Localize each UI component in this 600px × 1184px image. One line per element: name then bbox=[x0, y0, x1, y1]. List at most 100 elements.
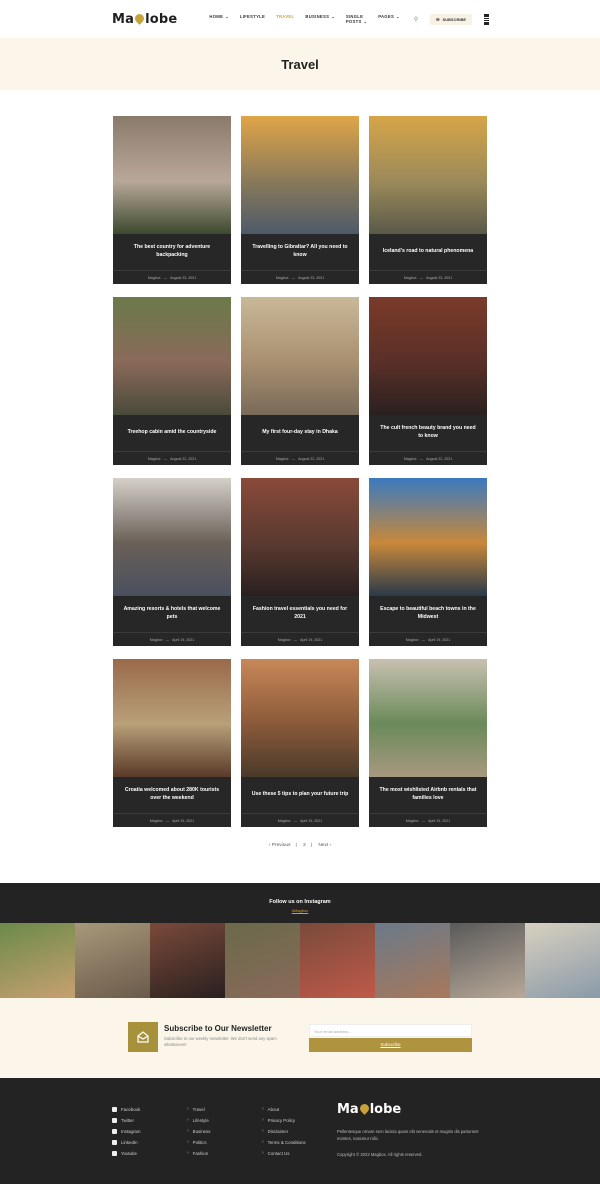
post-image[interactable] bbox=[369, 659, 487, 777]
post-title[interactable]: Escape to beautiful beach towns in the M… bbox=[369, 596, 487, 632]
instagram-photo[interactable] bbox=[375, 923, 450, 998]
post-author[interactable]: Magbox bbox=[150, 638, 163, 642]
post-card[interactable]: Amazing resorts & hotels that welcome pe… bbox=[113, 478, 231, 646]
post-author[interactable]: Magbox bbox=[276, 457, 289, 461]
post-card[interactable]: Iceland's road to natural phenomena Magbo… bbox=[369, 116, 487, 284]
meta-separator: — bbox=[421, 637, 426, 642]
post-author[interactable]: Magbox bbox=[150, 819, 163, 823]
post-card[interactable]: Croatia welcomed about 280K tourists ove… bbox=[113, 659, 231, 827]
post-title[interactable]: Use these 5 tips to plan your future tri… bbox=[241, 777, 359, 813]
instagram-photo[interactable] bbox=[0, 923, 75, 998]
post-card[interactable]: Use these 5 tips to plan your future tri… bbox=[241, 659, 359, 827]
post-image[interactable] bbox=[241, 478, 359, 596]
post-title[interactable]: Fashion travel essentials you need for 2… bbox=[241, 596, 359, 632]
post-meta: Magbox — August 22, 2021 bbox=[369, 451, 487, 465]
post-author[interactable]: Magbox bbox=[404, 276, 417, 280]
copyright: Copyright © 2022 Magbox. All rights rese… bbox=[337, 1152, 423, 1157]
instagram-photo[interactable] bbox=[75, 923, 150, 998]
footer-social-link[interactable]: Youtube bbox=[112, 1148, 141, 1159]
post-card[interactable]: My first four-day stay in Dhaka Magbox — Au… bbox=[241, 297, 359, 465]
footer-social-link[interactable]: Facebook bbox=[112, 1104, 141, 1115]
post-card[interactable]: Escape to beautiful beach towns in the M… bbox=[369, 478, 487, 646]
nav-item-pages[interactable]: PAGES ⌄ bbox=[378, 14, 400, 24]
subscribe-button[interactable]: ✉ SUBSCRIBE bbox=[430, 13, 473, 25]
post-image[interactable] bbox=[369, 297, 487, 415]
post-author[interactable]: Magbox bbox=[278, 638, 291, 642]
post-author[interactable]: Magbox bbox=[148, 457, 161, 461]
site-logo[interactable]: Ma lobe bbox=[112, 12, 177, 27]
instagram-photo[interactable] bbox=[225, 923, 300, 998]
search-icon[interactable]: ⚲ bbox=[414, 16, 418, 23]
post-author[interactable]: Magbox bbox=[404, 457, 417, 461]
footer-page-link[interactable]: › Privacy Policy bbox=[262, 1115, 306, 1126]
instagram-icon bbox=[112, 1129, 117, 1134]
post-title[interactable]: The cult french beauty brand you need to… bbox=[369, 415, 487, 451]
footer-social-link[interactable]: LinkedIn bbox=[112, 1137, 141, 1148]
footer-social-link[interactable]: Twitter bbox=[112, 1115, 141, 1126]
next-page-link[interactable]: Next › bbox=[318, 843, 331, 848]
post-title[interactable]: Iceland's road to natural phenomena bbox=[369, 234, 487, 270]
instagram-photo[interactable] bbox=[300, 923, 375, 998]
post-card[interactable]: The cult french beauty brand you need to… bbox=[369, 297, 487, 465]
post-date: August 22, 2021 bbox=[298, 456, 325, 461]
post-card[interactable]: The best country for adventure backpacki… bbox=[113, 116, 231, 284]
nav-item-travel[interactable]: TRAVEL bbox=[276, 14, 294, 24]
newsletter-title: Subscribe to Our Newsletter bbox=[164, 1024, 272, 1033]
footer-category-link[interactable]: › Business bbox=[187, 1126, 211, 1137]
instagram-photo[interactable] bbox=[450, 923, 525, 998]
post-card[interactable]: The most wishlisted Airbnb rentals that … bbox=[369, 659, 487, 827]
post-title[interactable]: Travelling to Gibraltar? All you need to… bbox=[241, 234, 359, 270]
post-title[interactable]: Treehop cabin amid the countryside bbox=[113, 415, 231, 451]
instagram-photo[interactable] bbox=[525, 923, 600, 998]
nav-item-lifestyle[interactable]: LIFESTYLE bbox=[240, 14, 265, 24]
post-image[interactable] bbox=[241, 116, 359, 234]
post-author[interactable]: Magbox bbox=[148, 276, 161, 280]
post-title[interactable]: My first four-day stay in Dhaka bbox=[241, 415, 359, 451]
post-image[interactable] bbox=[113, 116, 231, 234]
page-title-bar: Travel bbox=[0, 38, 600, 90]
nav-item-home[interactable]: HOME ⌄ bbox=[209, 14, 228, 24]
footer-category-link[interactable]: › Fashion bbox=[187, 1148, 211, 1159]
post-author[interactable]: Magbox bbox=[406, 638, 419, 642]
footer-logo[interactable]: Ma lobe bbox=[337, 1102, 401, 1117]
footer-page-link[interactable]: › Disclaimer bbox=[262, 1126, 306, 1137]
footer-page-link[interactable]: › Terms & Conditions bbox=[262, 1137, 306, 1148]
post-image[interactable] bbox=[113, 659, 231, 777]
post-date: April 19, 2021 bbox=[172, 637, 195, 642]
post-author[interactable]: Magbox bbox=[276, 276, 289, 280]
post-image[interactable] bbox=[113, 478, 231, 596]
post-author[interactable]: Magbox bbox=[406, 819, 419, 823]
post-image[interactable] bbox=[369, 116, 487, 234]
instagram-photo[interactable] bbox=[150, 923, 225, 998]
footer-category-link[interactable]: › Travel bbox=[187, 1104, 211, 1115]
nav-item-business[interactable]: BUSINESS ⌄ bbox=[305, 14, 334, 24]
post-card[interactable]: Travelling to Gibraltar? All you need to… bbox=[241, 116, 359, 284]
previous-page-link[interactable]: ‹ Previous bbox=[269, 843, 291, 848]
post-image[interactable] bbox=[241, 297, 359, 415]
linkedin-icon bbox=[112, 1140, 117, 1145]
footer-category-link[interactable]: › Lifestyle bbox=[187, 1115, 211, 1126]
post-image[interactable] bbox=[241, 659, 359, 777]
post-card[interactable]: Fashion travel essentials you need for 2… bbox=[241, 478, 359, 646]
footer-category-link[interactable]: › Politics bbox=[187, 1137, 211, 1148]
post-image[interactable] bbox=[369, 478, 487, 596]
page-number[interactable]: 2 bbox=[303, 843, 306, 848]
email-field[interactable]: Your email address... bbox=[309, 1024, 472, 1037]
instagram-handle[interactable]: #Magbox bbox=[0, 908, 600, 913]
hamburger-menu-button[interactable] bbox=[484, 13, 490, 25]
footer-social-link[interactable]: Instagram bbox=[112, 1126, 141, 1137]
footer-page-link[interactable]: › Contact Us bbox=[262, 1148, 306, 1159]
post-title[interactable]: The best country for adventure backpacki… bbox=[113, 234, 231, 270]
newsletter-subscribe-button[interactable]: Subscribe bbox=[309, 1038, 472, 1052]
nav-item-single-posts[interactable]: SINGLE POSTS ⌄ bbox=[346, 14, 367, 24]
footer-category-links: › Travel › Lifestyle › Business › Politics › Fash… bbox=[187, 1104, 211, 1159]
post-image[interactable] bbox=[113, 297, 231, 415]
post-author[interactable]: Magbox bbox=[278, 819, 291, 823]
post-title[interactable]: Amazing resorts & hotels that welcome pe… bbox=[113, 596, 231, 632]
post-meta: Magbox — August 23, 2021 bbox=[113, 270, 231, 284]
footer-page-links: › About › Privacy Policy › Disclaimer › Terms &… bbox=[262, 1104, 306, 1159]
post-card[interactable]: Treehop cabin amid the countryside Magbox… bbox=[113, 297, 231, 465]
footer-page-link[interactable]: › About bbox=[262, 1104, 306, 1115]
post-title[interactable]: Croatia welcomed about 280K tourists ove… bbox=[113, 777, 231, 813]
post-title[interactable]: The most wishlisted Airbnb rentals that … bbox=[369, 777, 487, 813]
